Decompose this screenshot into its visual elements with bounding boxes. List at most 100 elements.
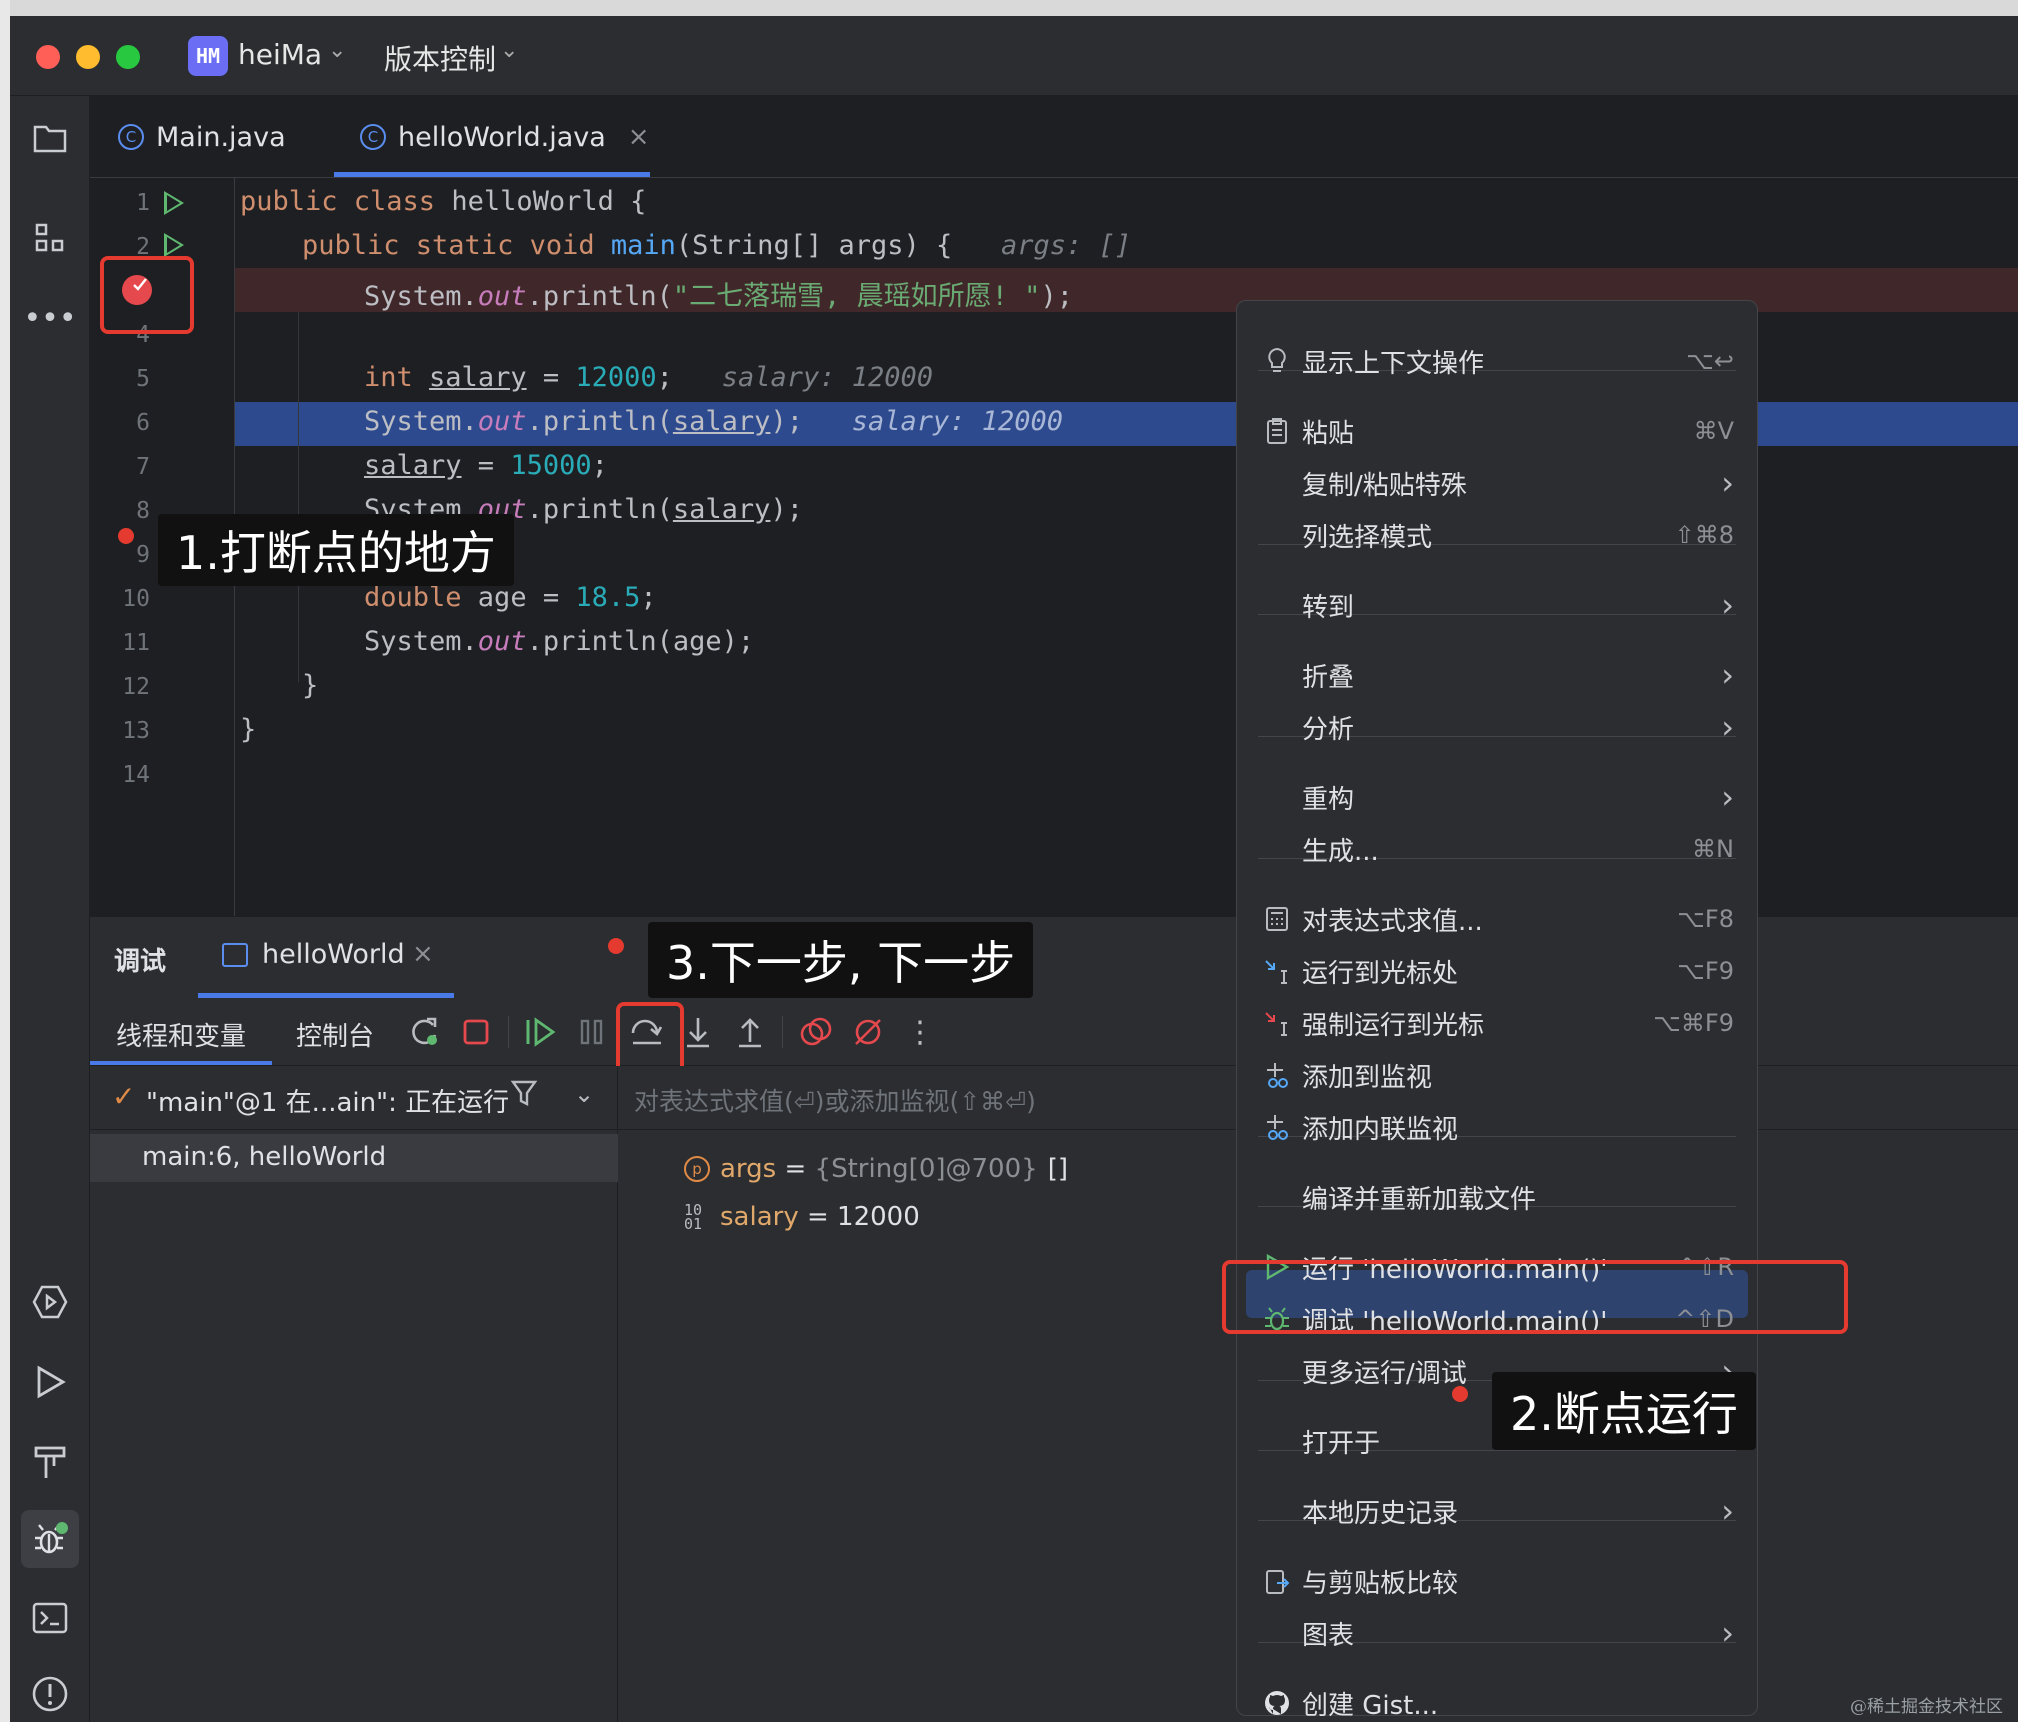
- menu-item[interactable]: 显示上下文操作 ⌥↩: [1258, 336, 1736, 386]
- view-breakpoints-icon[interactable]: [796, 1012, 836, 1052]
- tab-label: Main.java: [156, 121, 286, 153]
- problems-icon[interactable]: [24, 1668, 76, 1720]
- run-gutter-icon[interactable]: [164, 191, 184, 215]
- variable-value: []: [1047, 1154, 1068, 1184]
- check-icon: ✓: [112, 1080, 136, 1113]
- menu-item[interactable]: 列选择模式 ⇧⌘8: [1258, 510, 1736, 560]
- mute-breakpoints-icon[interactable]: [848, 1012, 888, 1052]
- chevron-down-icon[interactable]: ⌄: [500, 38, 518, 63]
- tab-threads-variables[interactable]: 线程和变量: [116, 1016, 246, 1053]
- step-out-icon[interactable]: [730, 1012, 770, 1052]
- run-gutter-icon[interactable]: [164, 233, 184, 257]
- menu-item[interactable]: 重构 ›: [1258, 772, 1736, 822]
- menu-item[interactable]: 对表达式求值... ⌥F8: [1258, 894, 1736, 944]
- menu-item-label: 编译并重新加载文件: [1302, 1184, 1537, 1215]
- project-badge[interactable]: HM: [188, 36, 228, 76]
- debug-bug-icon[interactable]: [21, 1510, 79, 1568]
- menu-item-label: 对表达式求值...: [1302, 906, 1483, 937]
- primitive-icon: 10 01: [684, 1201, 703, 1233]
- menu-item[interactable]: 添加到监视: [1258, 1050, 1736, 1100]
- menu-item-label: 本地历史记录: [1302, 1498, 1459, 1529]
- menu-item-shortcut: ⌥F8: [1677, 905, 1734, 933]
- menu-item[interactable]: 折叠 ›: [1258, 650, 1736, 700]
- rerun-icon[interactable]: [404, 1012, 444, 1052]
- menu-item[interactable]: 添加内联监视: [1258, 1102, 1736, 1152]
- menu-item[interactable]: 创建 Gist...: [1258, 1678, 1736, 1722]
- menu-item-label: 图表: [1302, 1620, 1355, 1651]
- annotation-callout-1: 1.打断点的地方: [158, 514, 514, 586]
- folder-icon[interactable]: [24, 112, 76, 164]
- close-tab-icon[interactable]: ×: [628, 122, 650, 152]
- terminal-icon[interactable]: [24, 1592, 76, 1644]
- chevron-down-icon[interactable]: ⌄: [574, 1080, 594, 1108]
- menu-item-shortcut: ›: [1721, 586, 1734, 624]
- line-number: 13: [122, 718, 150, 744]
- tab-console[interactable]: 控制台: [296, 1016, 374, 1053]
- debug-session-tab[interactable]: helloWorld: [262, 939, 405, 970]
- minimize-window-button[interactable]: [76, 45, 100, 69]
- line-number: 9: [136, 542, 150, 568]
- code-line-7: salary = 15000;: [364, 450, 608, 481]
- menu-item[interactable]: 编译并重新加载文件: [1258, 1172, 1736, 1222]
- menu-item[interactable]: 分析 ›: [1258, 702, 1736, 752]
- more-icon[interactable]: •••: [23, 292, 76, 344]
- menu-item[interactable]: 运行到光标处 ⌥F9: [1258, 946, 1736, 996]
- menu-item[interactable]: 图表 ›: [1258, 1608, 1736, 1658]
- menu-item[interactable]: 复制/粘贴特殊 ›: [1258, 458, 1736, 508]
- variable-row-args[interactable]: p args = {String[0]@700} []: [684, 1146, 1068, 1192]
- menu-item-label: 更多运行/调试: [1302, 1358, 1467, 1389]
- code-line-10: double age = 18.5;: [364, 582, 657, 613]
- project-name[interactable]: heiMa: [238, 38, 322, 71]
- close-session-icon[interactable]: ×: [412, 939, 434, 969]
- menu-item[interactable]: 粘贴 ⌘V: [1258, 406, 1736, 456]
- services-icon[interactable]: [24, 1276, 76, 1328]
- code-line-2: public static void main(String[] args) {…: [302, 230, 1132, 261]
- compare-clipboard-icon: [1262, 1566, 1292, 1596]
- run-icon[interactable]: [24, 1356, 76, 1408]
- menu-item[interactable]: 与剪贴板比较: [1258, 1556, 1736, 1606]
- debug-title: 调试: [114, 947, 167, 977]
- frame-label: main:6, helloWorld: [142, 1142, 387, 1172]
- chevron-down-icon[interactable]: ⌄: [328, 38, 346, 63]
- annotation-dot: [118, 528, 134, 544]
- structure-icon[interactable]: [24, 212, 76, 264]
- maximize-window-button[interactable]: [116, 45, 140, 69]
- menu-item-shortcut: ⌘N: [1692, 835, 1734, 863]
- frame-row-selected[interactable]: main:6, helloWorld: [90, 1134, 618, 1182]
- annotation-callout-3: 3.下一步, 下一步: [648, 922, 1034, 998]
- pause-icon[interactable]: [572, 1012, 612, 1052]
- thread-status: "main"@1 在...ain": 正在运行: [146, 1088, 510, 1118]
- menu-item-shortcut: ›: [1721, 656, 1734, 694]
- menu-item-label: 列选择模式: [1302, 522, 1433, 553]
- tab-helloworld-java[interactable]: C helloWorld.java ×: [360, 96, 650, 178]
- menu-item-shortcut: ›: [1721, 708, 1734, 746]
- stop-icon[interactable]: [456, 1012, 496, 1052]
- resume-icon[interactable]: [520, 1012, 560, 1052]
- step-into-icon[interactable]: [678, 1012, 718, 1052]
- code-line-12: }: [302, 670, 319, 701]
- variable-row-salary[interactable]: 10 01 salary = 12000: [684, 1194, 920, 1240]
- desktop-edge: [0, 0, 10, 1722]
- menu-item[interactable]: 本地历史记录 ›: [1258, 1486, 1736, 1536]
- line-number: 12: [122, 674, 150, 700]
- build-icon[interactable]: [24, 1436, 76, 1488]
- clipboard-icon: [1262, 416, 1292, 446]
- vcs-menu[interactable]: 版本控制: [384, 38, 496, 78]
- annotation-dot: [608, 938, 624, 954]
- tool-window-strip: •••: [10, 96, 90, 1722]
- close-window-button[interactable]: [36, 45, 60, 69]
- filter-icon[interactable]: [510, 1078, 538, 1112]
- menu-item[interactable]: 转到 ›: [1258, 580, 1736, 630]
- menu-item[interactable]: 生成... ⌘N: [1258, 824, 1736, 874]
- more-options-icon[interactable]: ⋮: [900, 1012, 940, 1052]
- code-line-11: System.out.println(age);: [364, 626, 755, 657]
- line-number: 1: [136, 190, 150, 216]
- bulb-icon: [1262, 346, 1292, 376]
- menu-item-shortcut: ›: [1721, 1614, 1734, 1652]
- tab-main-java[interactable]: C Main.java: [118, 96, 286, 178]
- menu-item-shortcut: ›: [1721, 1492, 1734, 1530]
- thread-selector[interactable]: ✓ "main"@1 在...ain": 正在运行 ⌄: [90, 1066, 618, 1130]
- menu-item-label: 显示上下文操作: [1302, 348, 1485, 379]
- menu-item[interactable]: 强制运行到光标 ⌥⌘F9: [1258, 998, 1736, 1048]
- annotation-callout-2: 2.断点运行: [1492, 1372, 1756, 1450]
